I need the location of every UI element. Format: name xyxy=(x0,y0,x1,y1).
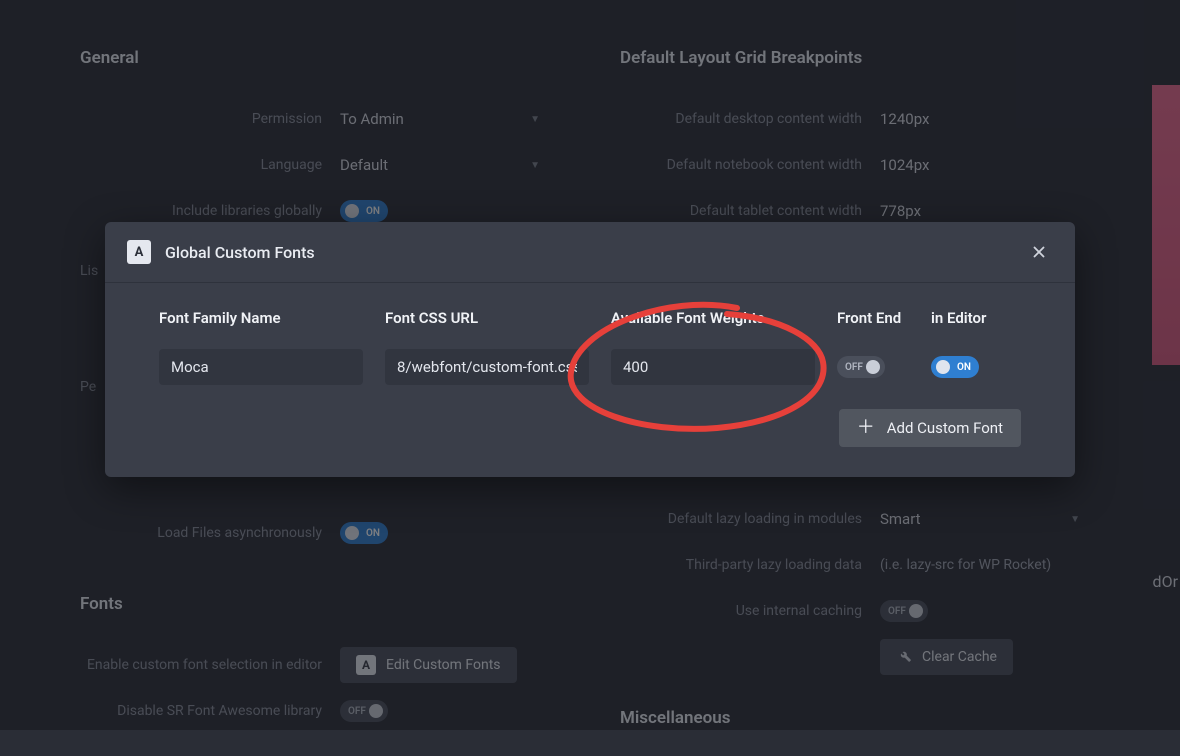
font-icon: A xyxy=(356,655,376,675)
setting-label: Load Files asynchronously xyxy=(80,525,340,541)
in-editor-toggle[interactable]: ON xyxy=(931,356,979,378)
setting-label: Default lazy loading in modules xyxy=(620,511,880,527)
font-weights-input[interactable] xyxy=(611,349,815,385)
col-header-in-editor: in Editor xyxy=(931,309,1003,327)
wrench-icon xyxy=(896,647,912,667)
permission-dropdown[interactable]: To Admin ▼ xyxy=(340,104,560,134)
close-button[interactable] xyxy=(1025,238,1053,266)
setting-label: Third-party lazy loading data xyxy=(620,557,880,573)
font-family-input[interactable] xyxy=(159,349,363,385)
setting-label: Permission xyxy=(80,111,340,127)
chevron-down-icon: ▼ xyxy=(1070,514,1080,525)
right-panel-strip xyxy=(1152,85,1180,365)
setting-label: Disable SR Font Awesome library xyxy=(80,703,340,719)
setting-third-party-lazy: Third-party lazy loading data (i.e. lazy… xyxy=(620,542,1100,588)
setting-load-async: Load Files asynchronously ON xyxy=(80,510,560,556)
disable-fa-toggle[interactable]: OFF xyxy=(340,700,388,722)
setting-label: Default tablet content width xyxy=(620,203,880,219)
third-party-hint: (i.e. lazy-src for WP Rocket) xyxy=(880,557,1100,573)
setting-enable-custom-font: Enable custom font selection in editor A… xyxy=(80,642,560,688)
load-async-toggle[interactable]: ON xyxy=(340,522,388,544)
setting-label: Default notebook content width xyxy=(620,157,880,173)
section-title-fonts: Fonts xyxy=(80,594,560,614)
lazy-loading-dropdown[interactable]: Smart ▼ xyxy=(880,504,1100,534)
include-libs-toggle[interactable]: ON xyxy=(340,200,388,222)
section-title-breakpoints: Default Layout Grid Breakpoints xyxy=(620,48,1100,68)
font-css-url-input[interactable] xyxy=(385,349,589,385)
setting-internal-caching: Use internal caching OFF xyxy=(620,588,1100,634)
setting-language: Language Default ▼ xyxy=(80,142,560,188)
global-custom-fonts-modal: A Global Custom Fonts Font Family Name F… xyxy=(105,222,1075,477)
chevron-down-icon: ▼ xyxy=(530,114,540,125)
font-icon: A xyxy=(127,240,151,264)
notebook-width-value[interactable]: 1024px xyxy=(880,156,1100,174)
language-dropdown[interactable]: Default ▼ xyxy=(340,150,560,180)
setting-label: Include libraries globally xyxy=(80,203,340,219)
tablet-width-value[interactable]: 778px xyxy=(880,202,1100,220)
setting-lazy-loading: Default lazy loading in modules Smart ▼ xyxy=(620,496,1100,542)
edit-custom-fonts-button[interactable]: A Edit Custom Fonts xyxy=(340,647,517,683)
edge-text: dOr xyxy=(1153,572,1178,591)
close-icon xyxy=(1030,243,1048,261)
section-title-misc: Miscellaneous xyxy=(620,708,1100,728)
col-header-url: Font CSS URL xyxy=(385,309,589,327)
setting-label: Enable custom font selection in editor xyxy=(80,657,340,673)
chevron-down-icon: ▼ xyxy=(530,160,540,171)
front-end-toggle[interactable]: OFF xyxy=(837,356,885,378)
internal-caching-toggle[interactable]: OFF xyxy=(880,600,928,622)
col-header-family: Font Family Name xyxy=(159,309,363,327)
setting-permission: Permission To Admin ▼ xyxy=(80,96,560,142)
setting-disable-fa: Disable SR Font Awesome library OFF xyxy=(80,688,560,734)
setting-label: Use internal caching xyxy=(620,603,880,619)
desktop-width-value[interactable]: 1240px xyxy=(880,110,1100,128)
col-header-front-end: Front End xyxy=(837,309,909,327)
setting-label: Default desktop content width xyxy=(620,111,880,127)
col-header-weights: Available Font Weights xyxy=(611,309,815,327)
add-custom-font-button[interactable]: ＋ Add Custom Font xyxy=(839,409,1021,447)
modal-title: Global Custom Fonts xyxy=(165,243,315,262)
modal-header: A Global Custom Fonts xyxy=(105,222,1075,283)
clear-cache-button[interactable]: Clear Cache xyxy=(880,639,1013,675)
plus-icon: ＋ xyxy=(857,419,875,437)
setting-desktop-width: Default desktop content width 1240px xyxy=(620,96,1100,142)
setting-label: Language xyxy=(80,157,340,173)
section-title-general: General xyxy=(80,48,560,68)
setting-notebook-width: Default notebook content width 1024px xyxy=(620,142,1100,188)
